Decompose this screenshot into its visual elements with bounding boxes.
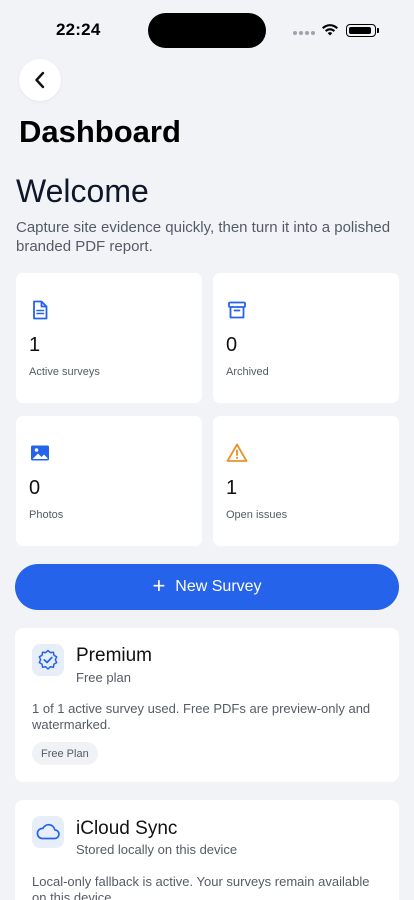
wifi-icon	[322, 24, 338, 36]
icloud-description: Local-only fallback is active. Your surv…	[32, 874, 370, 900]
stat-card-open-issues[interactable]: 1 Open issues	[213, 416, 399, 546]
photo-icon	[31, 445, 49, 461]
stat-value: 1	[29, 334, 41, 356]
back-button[interactable]	[19, 59, 61, 101]
cellular-signal-icon	[293, 31, 315, 37]
archive-icon	[228, 301, 246, 319]
icloud-icon-container	[32, 816, 64, 848]
stat-label: Photos	[29, 509, 64, 521]
new-survey-label: New Survey	[175, 578, 262, 595]
stat-card-photos[interactable]: 0 Photos	[16, 416, 202, 546]
stat-label: Active surveys	[29, 366, 100, 378]
icloud-title: iCloud Sync	[76, 818, 178, 839]
battery-icon	[346, 24, 379, 37]
stat-card-archived[interactable]: 0 Archived	[213, 273, 399, 403]
plus-icon: +	[152, 573, 166, 598]
stat-value: 0	[226, 334, 238, 356]
cloud-icon	[36, 823, 60, 840]
icloud-subtitle: Stored locally on this device	[76, 842, 238, 857]
stat-card-active-surveys[interactable]: 1 Active surveys	[16, 273, 202, 403]
premium-description: 1 of 1 active survey used. Free PDFs are…	[32, 701, 371, 732]
dynamic-island	[148, 13, 266, 48]
status-bar: 22:24	[0, 0, 414, 60]
premium-card[interactable]: Premium Free plan 1 of 1 active survey u…	[15, 628, 399, 782]
stat-value: 0	[29, 477, 41, 499]
verified-badge-icon	[38, 649, 58, 670]
status-time: 22:24	[56, 20, 101, 39]
document-icon	[33, 300, 48, 320]
stat-value: 1	[226, 477, 238, 499]
welcome-subtitle: Capture site evidence quickly, then turn…	[16, 219, 391, 255]
premium-title: Premium	[76, 645, 153, 666]
welcome-heading: Welcome	[16, 173, 149, 209]
new-survey-button[interactable]: + New Survey	[15, 564, 399, 610]
chevron-left-icon	[35, 71, 45, 89]
premium-icon-container	[32, 644, 64, 676]
plan-badge: Free Plan	[32, 742, 98, 765]
stat-label: Open issues	[226, 509, 288, 521]
stat-label: Archived	[226, 366, 269, 378]
premium-subtitle: Free plan	[76, 670, 131, 685]
warning-icon	[226, 443, 248, 462]
page-title: Dashboard	[19, 114, 181, 149]
icloud-sync-card[interactable]: iCloud Sync Stored locally on this devic…	[15, 800, 399, 900]
